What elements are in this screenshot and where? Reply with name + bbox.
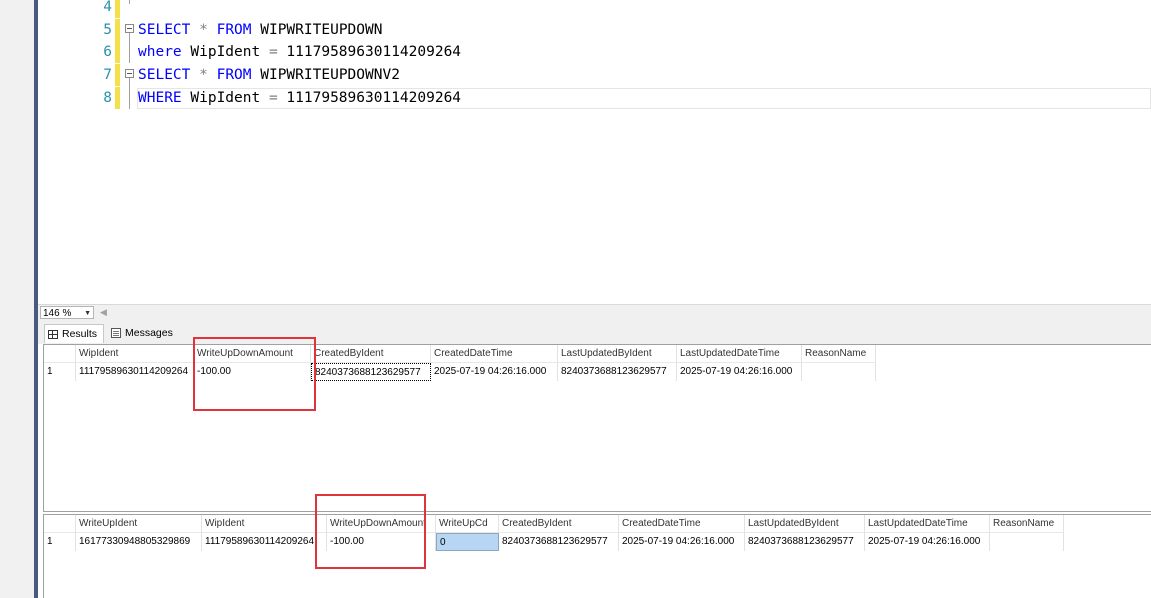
editor-line-7[interactable]: 7 SELECT * FROM WIPWRITEUPDOWNV2 [38, 64, 1151, 86]
column-header[interactable]: LastUpdatedDateTime [865, 515, 990, 533]
editor-line-6[interactable]: 6 where WipIdent = 11179589630114209264 [38, 41, 1151, 63]
table-cell[interactable]: 8240373688123629577 [499, 533, 619, 551]
column-header[interactable]: ReasonName [990, 515, 1064, 533]
selected-cell[interactable]: 0 [436, 533, 499, 551]
annotation-highlight-box [315, 494, 426, 569]
collapse-toggle-icon[interactable] [125, 69, 134, 78]
table-cell[interactable]: 8240373688123629577 [745, 533, 865, 551]
row-number-header[interactable] [44, 515, 76, 533]
editor-line-8[interactable]: 8 WHERE WipIdent = 11179589630114209264 [38, 87, 1151, 109]
results-grid-2[interactable]: WriteUpIdent WipIdent WriteUpDownAmount … [43, 514, 1151, 598]
query-editor[interactable]: 4 5 SELECT * FROM WIPWRITEUPDOWN 6 where… [38, 0, 1151, 304]
column-header[interactable]: WriteUpCd [436, 515, 499, 533]
line-number: 8 [103, 90, 112, 106]
column-header[interactable]: CreatedByIdent [311, 345, 431, 363]
table-cell[interactable]: 2025-07-19 04:26:16.000 [431, 363, 558, 381]
code-text: SELECT * FROM WIPWRITEUPDOWN [138, 22, 383, 38]
editor-line-5[interactable]: 5 SELECT * FROM WIPWRITEUPDOWN [38, 19, 1151, 41]
outline-guide [129, 0, 130, 4]
editor-line-4[interactable]: 4 [38, 0, 1151, 18]
table-cell[interactable]: 16177330948805329869 [76, 533, 202, 551]
change-marker [115, 19, 120, 41]
outline-guide [129, 78, 130, 109]
table-cell[interactable]: 11179589630114209264 [76, 363, 194, 381]
scroll-left-icon[interactable]: ◀ [100, 307, 107, 318]
table-cell[interactable]: 2025-07-19 04:26:16.000 [865, 533, 990, 551]
code-text: where WipIdent = 11179589630114209264 [138, 44, 462, 60]
table-cell[interactable]: 2025-07-19 04:26:16.000 [677, 363, 802, 381]
code-text: SELECT * FROM WIPWRITEUPDOWNV2 [138, 67, 400, 83]
table-cell[interactable]: 8240373688123629577 [558, 363, 677, 381]
code-text: WHERE WipIdent = 11179589630114209264 [138, 90, 462, 106]
change-marker [115, 41, 120, 63]
change-marker [115, 0, 120, 18]
tab-results[interactable]: Results [44, 324, 104, 343]
messages-icon [111, 328, 121, 339]
zoom-select[interactable]: 146 % ▼ [40, 306, 94, 319]
selected-cell[interactable]: 8240373688123629577 [311, 363, 431, 381]
column-header[interactable]: WipIdent [202, 515, 327, 533]
row-number[interactable]: 1 [44, 533, 76, 551]
collapse-toggle-icon[interactable] [125, 24, 134, 33]
outline-guide [129, 33, 130, 63]
editor-status-strip: 146 % ▼ ◀ [38, 304, 1151, 321]
annotation-highlight-box [193, 337, 316, 411]
grid-icon [48, 329, 58, 339]
column-header[interactable]: ReasonName [802, 345, 876, 363]
column-header[interactable]: WipIdent [76, 345, 194, 363]
row-number[interactable]: 1 [44, 363, 76, 381]
left-frame [0, 0, 34, 598]
tab-messages[interactable]: Messages [108, 324, 184, 343]
dropdown-arrow-icon[interactable]: ▼ [84, 307, 91, 320]
table-cell[interactable] [802, 363, 876, 381]
change-marker [115, 64, 120, 86]
table-cell[interactable]: 11179589630114209264 [202, 533, 327, 551]
change-marker [115, 87, 120, 109]
line-number: 4 [103, 0, 112, 15]
table-cell[interactable] [990, 533, 1064, 551]
column-header[interactable]: CreatedByIdent [499, 515, 619, 533]
table-cell[interactable]: 2025-07-19 04:26:16.000 [619, 533, 745, 551]
zoom-value: 146 % [43, 308, 72, 319]
column-header[interactable]: CreatedDateTime [619, 515, 745, 533]
row-number-header[interactable] [44, 345, 76, 363]
line-number: 5 [103, 22, 112, 38]
column-header[interactable]: WriteUpIdent [76, 515, 202, 533]
column-header[interactable]: LastUpdatedByIdent [745, 515, 865, 533]
line-number: 7 [103, 67, 112, 83]
column-header[interactable]: CreatedDateTime [431, 345, 558, 363]
column-header[interactable]: LastUpdatedByIdent [558, 345, 677, 363]
column-header[interactable]: LastUpdatedDateTime [677, 345, 802, 363]
line-number: 6 [103, 44, 112, 60]
